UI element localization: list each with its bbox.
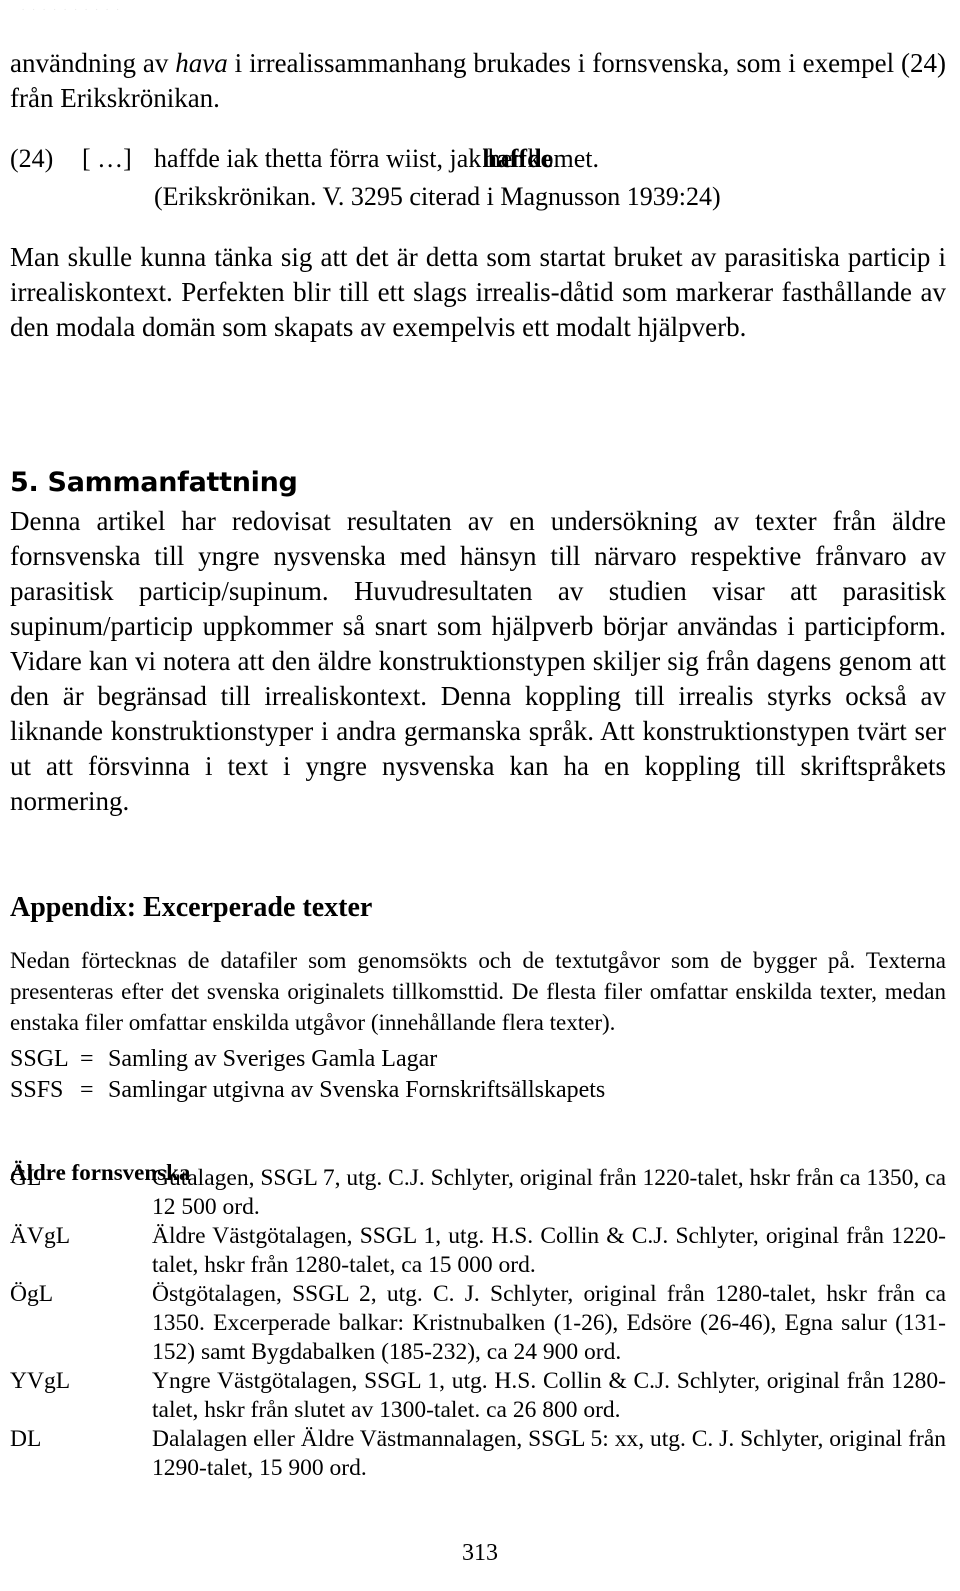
example-overlap-over-bold: haffde [482, 144, 554, 173]
example-source-citation: (Erikskrönikan. V. 3295 citerad i Magnus… [154, 182, 721, 211]
abbreviation-key: SSGL [10, 1046, 69, 1072]
entry-abbreviation: DL [10, 1426, 42, 1452]
entry-abbreviation: GL [10, 1165, 42, 1191]
running-header: . . . . . . . . . . [22, 2, 122, 11]
abbreviation-row: SSGL = Samling av Sveriges Gamla Lagar [10, 1044, 946, 1075]
abbreviation-expansion: Samlingar utgivna av Svenska Fornskrifts… [108, 1077, 606, 1103]
entry-description: Yngre Västgötalagen, SSGL 1, utg. H.S. C… [152, 1368, 946, 1423]
entry-abbreviation: ÄVgL [10, 1223, 71, 1249]
example-ellipsis-brackets: [ …] [82, 144, 132, 173]
entry-abbreviation: ÖgL [10, 1281, 54, 1307]
abbreviation-row: SSFS = Samlingar utgivna av Svenska Fornsk… [10, 1075, 946, 1106]
example-text-line: (24) [ …] haffde iak thetta förra wiist, j… [10, 140, 946, 178]
section-heading-sammanfattning: 5. Sammanfattning [10, 467, 298, 499]
example-overlapping-text: k haffde [468, 140, 553, 178]
abbreviation-equals-sign: = [80, 1046, 94, 1072]
entry-description: Gutalagen, SSGL 7, utg. C.J. Schlyter, o… [152, 1165, 946, 1220]
entry-description: Dalalagen eller Äldre Västmannalagen, SS… [152, 1426, 946, 1481]
second-paragraph: Man skulle kunna tänka sig att det är de… [10, 242, 946, 342]
appendix-heading: Appendix: Excerperade texter [10, 892, 373, 924]
list-item: GL Gutalagen, SSGL 7, utg. C.J. Schlyter… [10, 1164, 946, 1222]
document-page: . . . . . . . . . . användning av hava i… [0, 0, 960, 1591]
abbreviation-key: SSFS [10, 1077, 64, 1103]
first-paragraph: användning av hava i irrealissammanhang … [10, 46, 946, 116]
list-item: ÄVgL Äldre Västgötalagen, SSGL 1, utg. H… [10, 1222, 946, 1280]
first-paragraph-before-italic: användning av [10, 48, 176, 78]
abbreviation-expansion: Samling av Sveriges Gamla Lagar [108, 1046, 438, 1072]
source-text-entry-list: GL Gutalagen, SSGL 7, utg. C.J. Schlyter… [10, 1164, 946, 1483]
numbered-example-24: (24) [ …] haffde iak thetta förra wiist, j… [10, 140, 946, 216]
example-text-before-overlap: haffde iak thetta förra wiist, ja [154, 144, 469, 173]
abbreviation-equals-sign: = [80, 1077, 94, 1103]
list-item: DL Dalalagen eller Äldre Västmannalagen,… [10, 1425, 946, 1483]
page-number: 313 [462, 1540, 498, 1566]
entry-description: Östgötalagen, SSGL 2, utg. C. J. Schlyte… [152, 1281, 946, 1365]
example-overlap-under: k [468, 144, 482, 173]
abbreviation-list: SSGL = Samling av Sveriges Gamla Lagar SSF… [10, 1044, 946, 1106]
entry-abbreviation: YVgL [10, 1368, 71, 1394]
entry-description: Äldre Västgötalagen, SSGL 1, utg. H.S. C… [152, 1223, 946, 1278]
list-item: YVgL Yngre Västgötalagen, SSGL 1, utg. H… [10, 1367, 946, 1425]
italic-term-hava: hava [175, 48, 228, 78]
appendix-intro-paragraph: Nedan förtecknas de datafiler som genoms… [10, 948, 946, 1035]
summary-paragraph: Denna artikel har redovisat resultaten a… [10, 506, 946, 816]
example-number: (24) [10, 144, 54, 173]
list-item: ÖgL Östgötalagen, SSGL 2, utg. C. J. Sch… [10, 1280, 946, 1367]
